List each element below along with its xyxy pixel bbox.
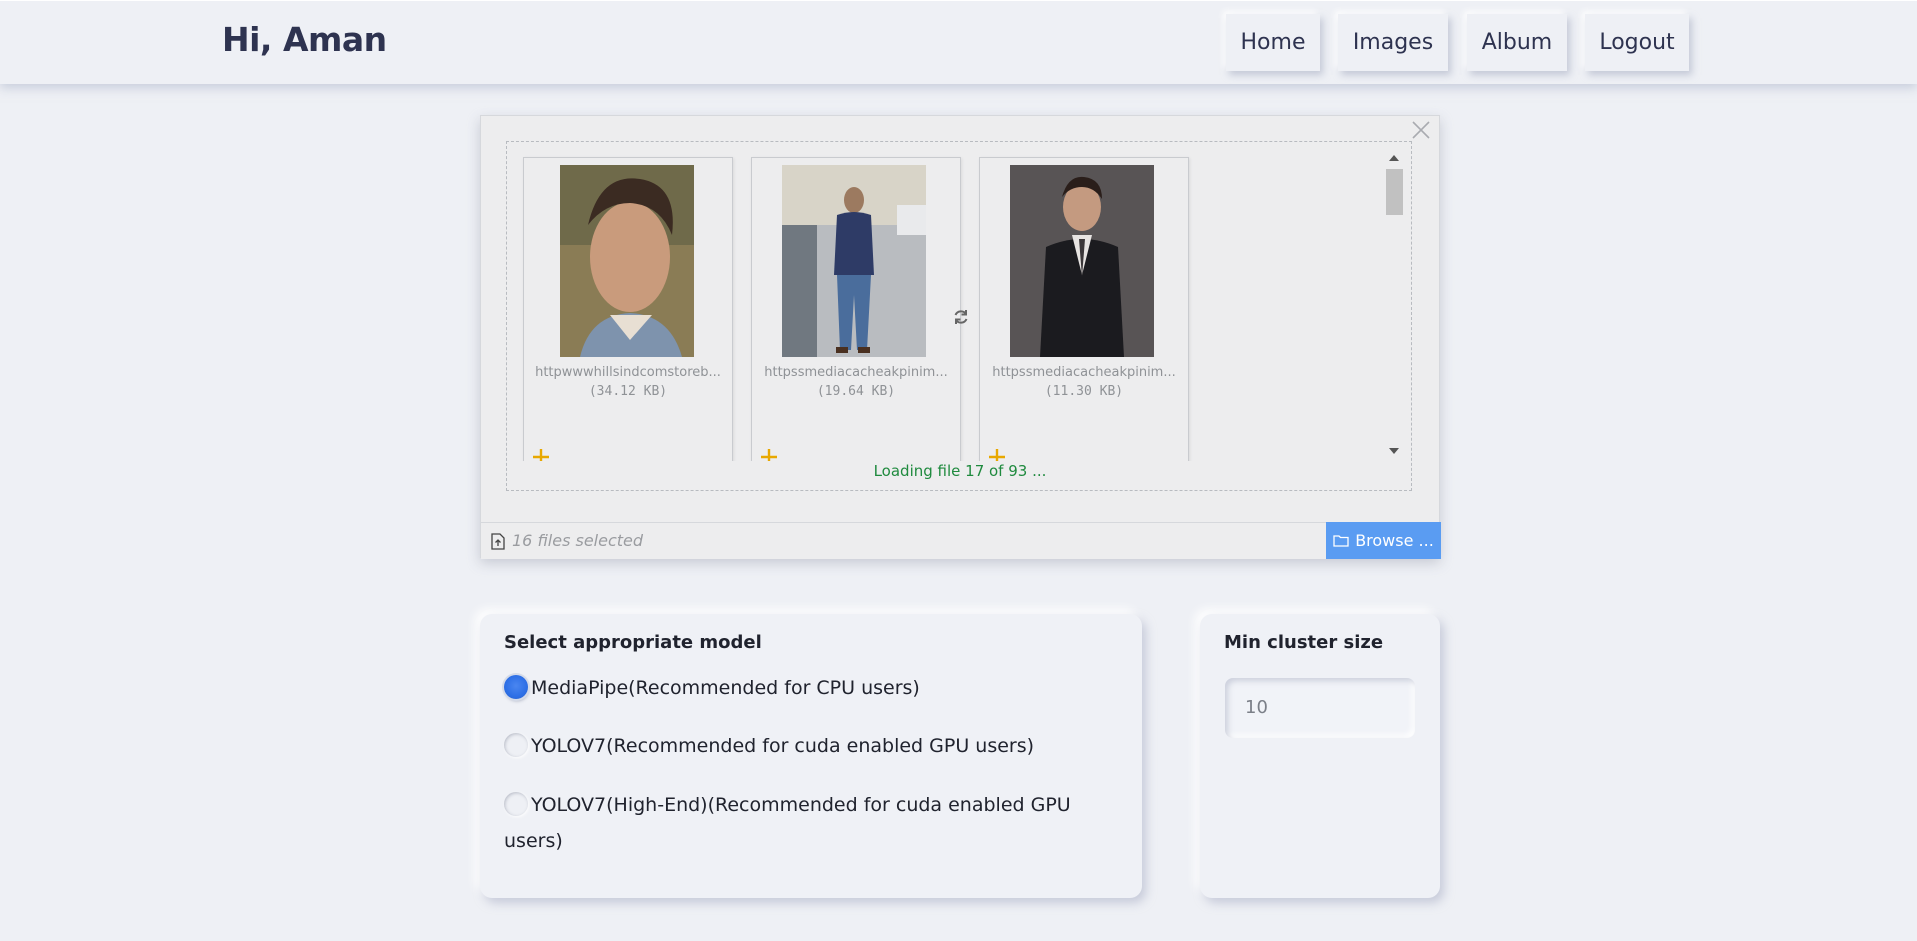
model-option-mediapipe[interactable]: MediaPipe(Recommended for CPU users) (504, 670, 1104, 706)
portrait-image (1010, 165, 1154, 357)
model-card-title: Select appropriate model (504, 632, 762, 653)
radio-button[interactable] (504, 674, 528, 699)
nav-images-button[interactable]: Images (1338, 14, 1448, 71)
file-preview-dropzone[interactable]: httpwwwhillsindcomstoreb... (34.12 KB) h… (506, 141, 1412, 491)
browse-label: Browse ... (1355, 531, 1434, 550)
option-label: YOLOV7(High-End)(Recommended for cuda en… (504, 794, 1071, 852)
scroll-up-arrow-icon[interactable] (1389, 155, 1399, 161)
browse-button[interactable]: Browse ... (1326, 522, 1441, 559)
folder-icon (1333, 535, 1349, 547)
plus-icon[interactable] (532, 448, 550, 461)
model-option-yolov7-high-end[interactable]: YOLOV7(High-End)(Recommended for cuda en… (504, 787, 1104, 859)
portrait-image (782, 165, 926, 357)
plus-icon[interactable] (760, 448, 778, 461)
scroll-down-arrow-icon[interactable] (1389, 448, 1399, 454)
scrollbar-thumb[interactable] (1386, 169, 1403, 215)
file-thumbnail: httpssmediacacheakpinim... (11.30 KB) (979, 157, 1189, 461)
nav-home-button[interactable]: Home (1226, 14, 1320, 71)
radio-button[interactable] (504, 732, 528, 757)
file-thumbnail: httpssmediacacheakpinim... (19.64 KB) (751, 157, 961, 461)
model-selection-card: Select appropriate model MediaPipe(Recom… (480, 614, 1142, 898)
file-size: (19.64 KB) (816, 384, 896, 399)
min-cluster-size-input[interactable]: 10 (1225, 678, 1415, 738)
file-name: httpwwwhillsindcomstoreb... (535, 365, 721, 380)
file-name: httpssmediacacheakpinim... (992, 365, 1176, 380)
file-upload-panel: httpwwwhillsindcomstoreb... (34.12 KB) h… (480, 115, 1441, 559)
refresh-icon (954, 310, 968, 324)
plus-icon[interactable] (988, 448, 1006, 461)
file-size: (34.12 KB) (588, 384, 668, 399)
preview-thumbnails: httpwwwhillsindcomstoreb... (34.12 KB) h… (507, 142, 1377, 461)
selected-files-caption: 16 files selected (512, 531, 644, 550)
greeting: Hi, Aman (222, 20, 387, 59)
option-label: YOLOV7(Recommended for cuda enabled GPU … (531, 735, 1035, 757)
file-caption-field[interactable]: 16 files selected (481, 522, 1326, 559)
cluster-card-title: Min cluster size (1224, 632, 1384, 653)
close-icon[interactable] (1409, 118, 1433, 142)
portrait-image (560, 165, 694, 357)
file-thumbnail: httpwwwhillsindcomstoreb... (34.12 KB) (523, 157, 733, 461)
top-header: Hi, Aman Home Images Album Logout (0, 0, 1917, 84)
model-option-yolov7[interactable]: YOLOV7(Recommended for cuda enabled GPU … (504, 728, 1104, 764)
option-label: MediaPipe(Recommended for CPU users) (531, 677, 920, 699)
file-size: (11.30 KB) (1044, 384, 1124, 399)
nav-album-button[interactable]: Album (1467, 14, 1567, 71)
file-name: httpssmediacacheakpinim... (764, 365, 948, 380)
file-icon (491, 533, 505, 550)
nav-logout-button[interactable]: Logout (1585, 14, 1689, 71)
cluster-size-card: Min cluster size 10 (1200, 614, 1440, 898)
preview-scrollbar[interactable] (1384, 152, 1404, 457)
loading-status: Loading file 17 of 93 ... (873, 462, 1047, 480)
radio-button[interactable] (504, 791, 528, 816)
